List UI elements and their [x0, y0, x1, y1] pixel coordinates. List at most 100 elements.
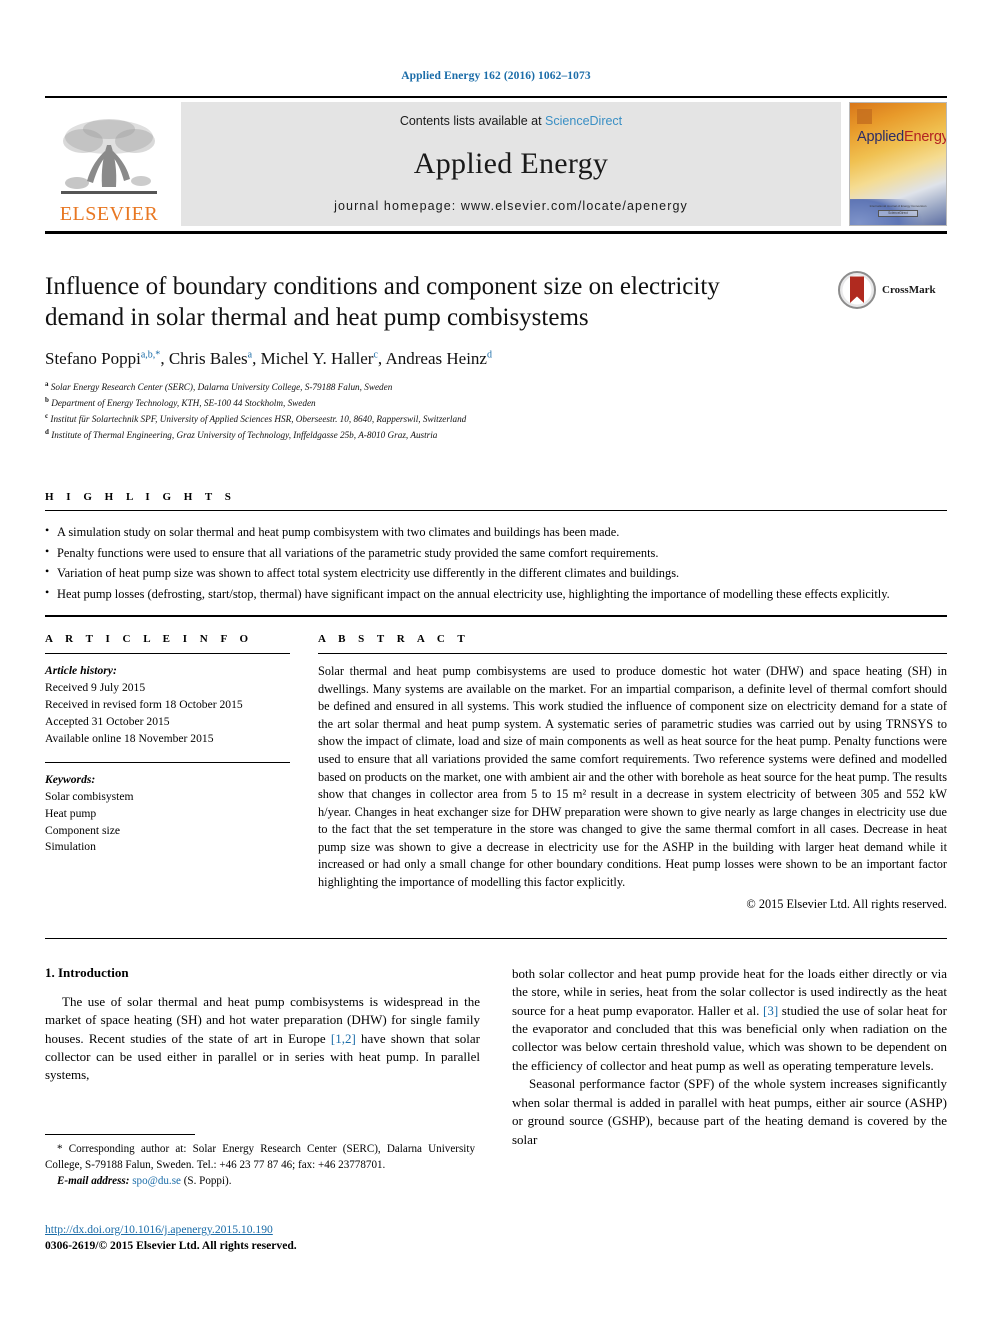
footnote-text: * Corresponding author at: Solar Energy …: [45, 1142, 475, 1189]
cover-footer-text: International Journal of Energy Conversi…: [869, 203, 927, 208]
keywords-divider: [45, 761, 290, 763]
affiliation-item: b Department of Energy Technology, KTH, …: [45, 395, 947, 411]
journal-cover-image: AppliedEnergy International Journal of E…: [849, 102, 947, 226]
keywords-block: Keywords: Solar combisystem Heat pump Co…: [45, 772, 290, 857]
contents-prefix: Contents lists available at: [399, 114, 546, 128]
affiliation-text: Department of Energy Technology, KTH, SE…: [51, 398, 316, 409]
article-history-block: Article history: Received 9 July 2015 Re…: [45, 663, 290, 748]
affiliation-item: d Institute of Thermal Engineering, Graz…: [45, 427, 947, 443]
body-columns: 1. Introduction The use of solar thermal…: [45, 965, 947, 1150]
contents-lists-line: Contents lists available at ScienceDirec…: [400, 114, 622, 128]
section-title-introduction: 1. Introduction: [45, 964, 129, 980]
highlight-item: Heat pump losses (defrosting, start/stop…: [45, 584, 947, 603]
sciencedirect-link[interactable]: ScienceDirect: [545, 114, 622, 128]
author-affil-mark: a: [247, 349, 253, 361]
keyword-item: Solar combisystem: [45, 789, 134, 803]
author-item: Andreas Heinzd: [385, 349, 492, 368]
cover-footer: International Journal of Energy Conversi…: [862, 204, 934, 217]
cover-title-applied: Applied: [857, 129, 904, 145]
author-list: Stefano Poppia,b,*, Chris Balesa, Michel…: [45, 349, 492, 368]
author-item: Chris Balesa: [169, 349, 252, 368]
footnote-block: * Corresponding author at: Solar Energy …: [45, 1134, 475, 1189]
abstract-copyright: © 2015 Elsevier Ltd. All rights reserved…: [746, 896, 947, 911]
affiliation-mark: c: [45, 412, 49, 421]
email-label: E-mail address:: [57, 1174, 130, 1187]
journal-name: Applied Energy: [413, 146, 609, 180]
post-abstract-divider: [45, 937, 947, 939]
masthead-center-panel: Contents lists available at ScienceDirec…: [181, 102, 841, 226]
abstract-heading: A B S T R A C T: [318, 633, 470, 646]
highlight-item: Penalty functions were used to ensure th…: [45, 543, 947, 562]
highlight-item: A simulation study on solar thermal and …: [45, 522, 947, 541]
article-title: Influence of boundary conditions and com…: [45, 273, 720, 331]
affiliation-item: c Institut für Solartechnik SPF, Univers…: [45, 411, 947, 427]
keyword-item: Simulation: [45, 840, 96, 854]
highlights-heading: H I G H L I G H T S: [45, 491, 236, 504]
highlights-rule: [45, 510, 947, 512]
body-column-left: 1. Introduction The use of solar thermal…: [45, 965, 480, 1150]
email-link[interactable]: spo@du.se: [132, 1175, 181, 1187]
author-name: Stefano Poppi: [45, 349, 141, 368]
issn-copyright-line: 0306-2619/© 2015 Elsevier Ltd. All right…: [45, 1239, 297, 1253]
doi-link[interactable]: http://dx.doi.org/10.1016/j.apenergy.201…: [45, 1222, 475, 1238]
article-history-label: Article history:: [45, 664, 117, 678]
affiliation-text: Institut für Solartechnik SPF, Universit…: [50, 414, 467, 425]
elsevier-logo: ELSEVIER: [45, 102, 173, 226]
article-history-item: Accepted 31 October 2015: [45, 714, 170, 728]
affiliation-mark: d: [45, 428, 49, 437]
abstract-rule: [318, 653, 947, 655]
email-line: E-mail address: spo@du.se (S. Poppi).: [45, 1174, 475, 1190]
affiliation-list: a Solar Energy Research Center (SERC), D…: [45, 379, 947, 443]
corresponding-author-note: * Corresponding author at: Solar Energy …: [45, 1143, 475, 1171]
footnote-rule: [45, 1134, 195, 1135]
email-owner: (S. Poppi).: [183, 1174, 232, 1187]
highlights-section: H I G H L I G H T S A simulation study o…: [45, 491, 947, 603]
keyword-item: Component size: [45, 823, 121, 837]
affiliation-text: Solar Energy Research Center (SERC), Dal…: [50, 382, 393, 393]
author-name: Andreas Heinz: [385, 349, 487, 368]
author-affil-mark: a,b,*: [140, 349, 161, 361]
highlights-list: A simulation study on solar thermal and …: [45, 522, 947, 603]
highlight-item: Variation of heat pump size was shown to…: [45, 563, 947, 582]
intro-paragraph-right-2: Seasonal performance factor (SPF) of the…: [512, 1076, 947, 1147]
article-info-heading: A R T I C L E I N F O: [45, 633, 254, 646]
doi-block: http://dx.doi.org/10.1016/j.apenergy.201…: [45, 1222, 475, 1255]
citation-ref-3[interactable]: [3]: [763, 1003, 778, 1018]
author-affil-mark: c: [373, 349, 378, 361]
journal-masthead: ELSEVIER Contents lists available at Sci…: [45, 96, 947, 234]
article-info-column: A R T I C L E I N F O Article history: R…: [45, 633, 290, 912]
crossmark-badge[interactable]: CrossMark: [837, 270, 947, 310]
article-history-item: Received 9 July 2015: [45, 681, 146, 695]
elsevier-wordmark: ELSEVIER: [59, 203, 159, 225]
journal-homepage-link[interactable]: journal homepage: www.elsevier.com/locat…: [334, 199, 688, 213]
info-abstract-section: A R T I C L E I N F O Article history: R…: [45, 633, 947, 912]
keywords-label: Keywords:: [45, 772, 96, 786]
citation-ref-1-2[interactable]: [1,2]: [331, 1031, 356, 1046]
abstract-column: A B S T R A C T Solar thermal and heat p…: [318, 633, 947, 912]
abstract-text: Solar thermal and heat pump combisystems…: [318, 664, 947, 890]
cover-elsevier-mark-icon: [857, 109, 872, 124]
intro-paragraph-left: The use of solar thermal and heat pump c…: [45, 993, 480, 1085]
keyword-item: Heat pump: [45, 806, 97, 820]
cover-title-energy: Energy: [903, 129, 947, 145]
cover-title: AppliedEnergy: [857, 129, 947, 145]
running-head: Applied Energy 162 (2016) 1062–1073: [401, 70, 591, 82]
article-info-rule: [45, 653, 290, 655]
author-item: Stefano Poppia,b,*: [45, 349, 160, 368]
affiliation-text: Institute of Thermal Engineering, Graz U…: [51, 430, 438, 441]
crossmark-icon: [838, 271, 876, 309]
title-block: CrossMark Influence of boundary conditio…: [45, 270, 947, 443]
body-column-right: both solar collector and heat pump provi…: [512, 965, 947, 1150]
article-history-item: Available online 18 November 2015: [45, 731, 214, 745]
author-affil-mark: d: [486, 349, 492, 361]
info-abstract-divider: [45, 615, 947, 618]
article-page: Applied Energy 162 (2016) 1062–1073 ELSE…: [0, 0, 992, 1323]
affiliation-mark: a: [45, 380, 49, 388]
intro-paragraph-right-1: both solar collector and heat pump provi…: [512, 965, 947, 1076]
article-history-item: Received in revised form 18 October 2015: [45, 697, 243, 711]
cover-footer-badge: ScienceDirect: [878, 210, 918, 217]
crossmark-label: CrossMark: [882, 284, 936, 296]
author-name: Chris Bales: [168, 349, 248, 368]
affiliation-item: a Solar Energy Research Center (SERC), D…: [45, 379, 947, 395]
elsevier-tree-icon: [61, 119, 157, 194]
